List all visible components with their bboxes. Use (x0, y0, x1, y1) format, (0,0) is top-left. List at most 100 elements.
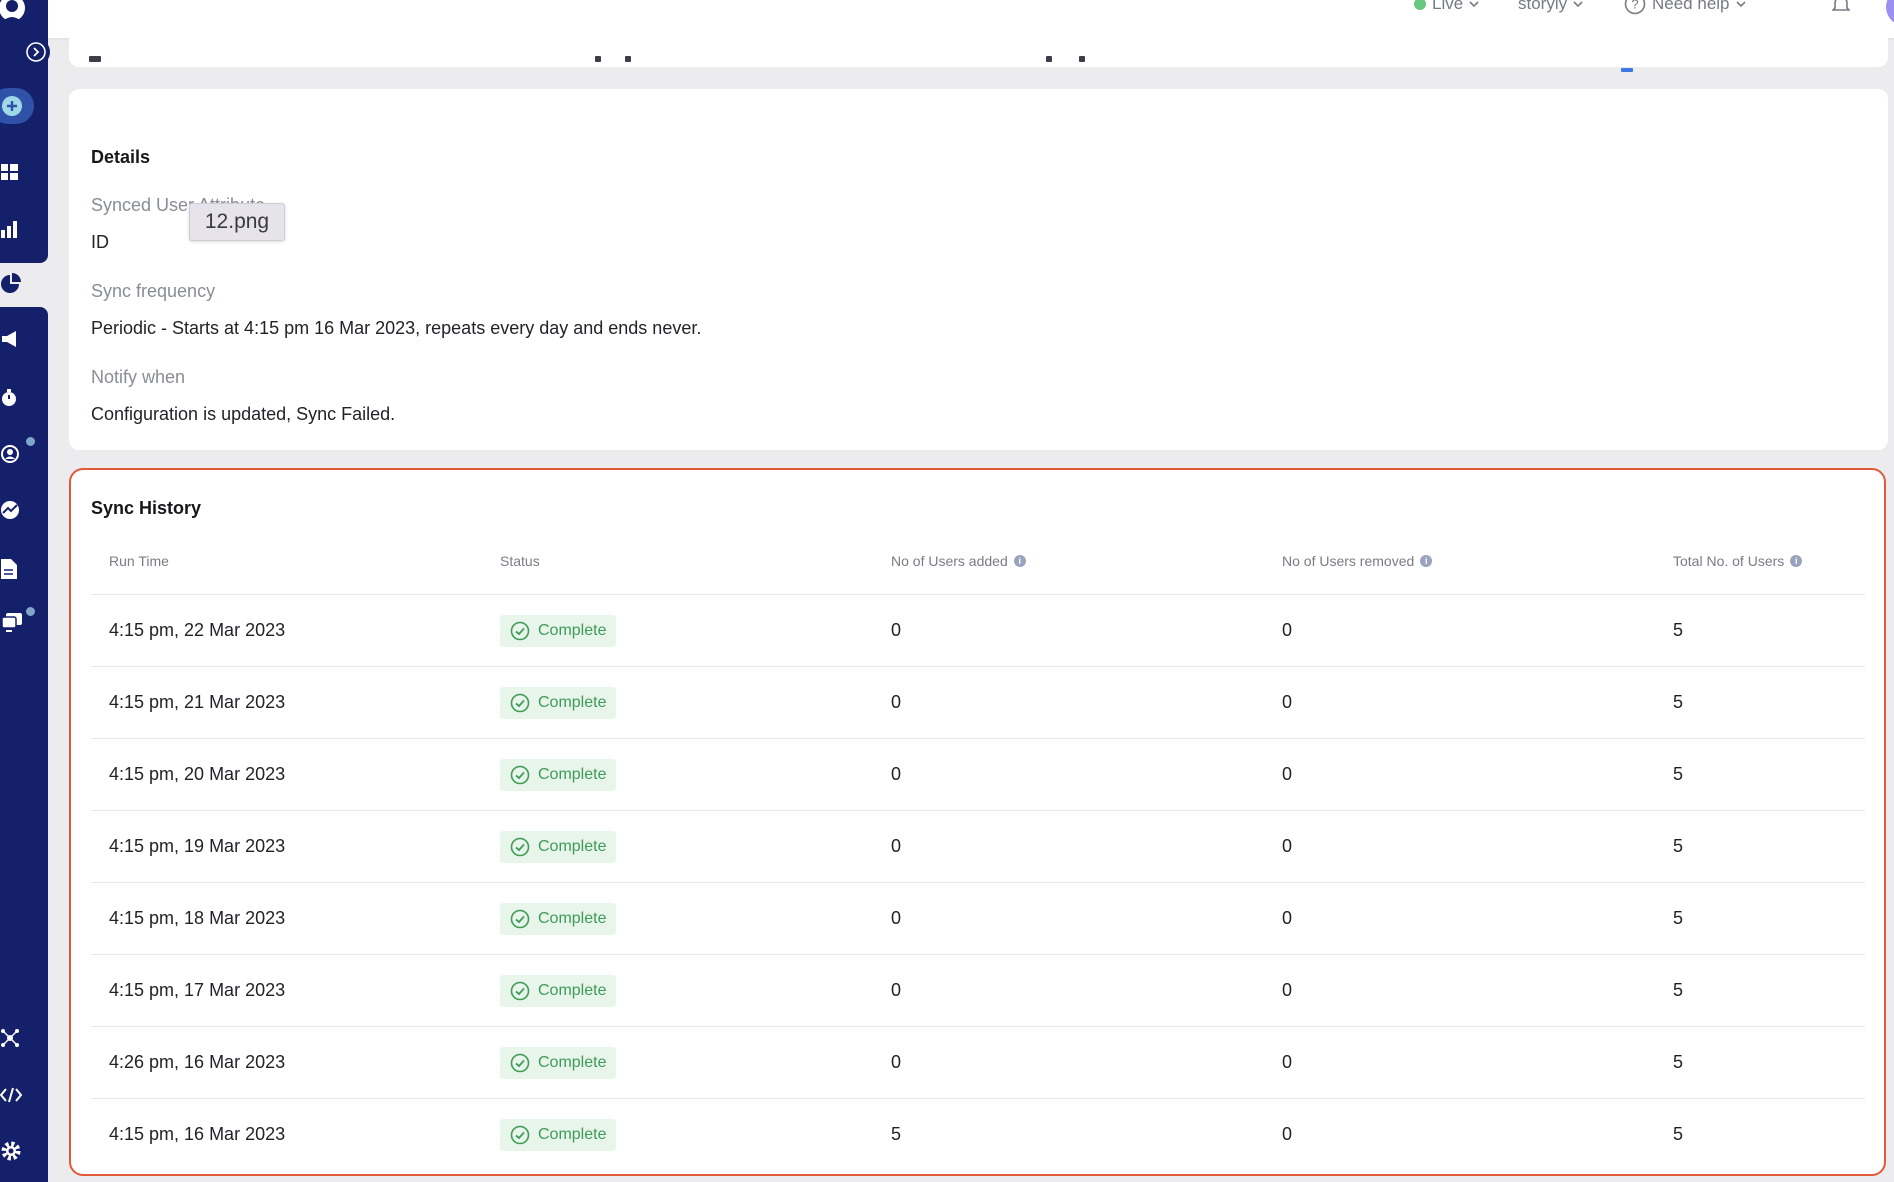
users-added-cell: 0 (891, 1052, 902, 1072)
user-target-icon[interactable] (0, 443, 20, 465)
table-row: 4:26 pm, 16 Mar 2023 Complete 0 0 5 (91, 1027, 1865, 1099)
help-icon: ? (1624, 0, 1646, 15)
document-icon[interactable] (0, 558, 18, 580)
stopwatch-icon[interactable] (0, 387, 18, 409)
megaphone-icon[interactable] (0, 328, 20, 350)
bar-chart-icon[interactable] (0, 218, 20, 240)
info-icon[interactable]: i (1790, 555, 1803, 567)
status-cell: Complete (500, 955, 617, 1026)
clipped-text (1079, 56, 1085, 62)
sidebar-block-bottom (0, 307, 48, 1182)
users-added-cell: 0 (891, 908, 902, 928)
svg-text:?: ? (1631, 0, 1638, 12)
monitor-icon[interactable] (0, 611, 24, 633)
status-cell: Complete (500, 1027, 617, 1098)
table-row: 4:15 pm, 17 Mar 2023 Complete 0 0 5 (91, 955, 1865, 1027)
expand-sidebar-button[interactable] (22, 38, 50, 66)
table-row: 4:15 pm, 19 Mar 2023 Complete 0 0 5 (91, 811, 1865, 883)
help-menu[interactable]: ? Need help (1624, 0, 1746, 15)
users-added-cell: 0 (891, 764, 902, 784)
integrations-icon[interactable] (0, 1027, 20, 1049)
check-circle-icon (510, 1125, 530, 1144)
check-circle-icon (510, 1053, 530, 1072)
trend-icon[interactable] (0, 499, 20, 521)
workspace-label: storyly (1518, 0, 1568, 13)
user-avatar-icon[interactable] (0, 0, 28, 32)
column-header-users-removed: No of Users removed i (1282, 544, 1433, 578)
live-status-icon (1414, 0, 1426, 10)
users-removed-cell: 0 (1282, 620, 1293, 640)
sidebar (0, 0, 50, 1182)
status-cell: Complete (500, 595, 617, 666)
users-added-cell: 0 (891, 692, 902, 712)
notify-when-label: Notify when (91, 367, 186, 387)
users-added-cell: 0 (891, 836, 902, 856)
users-added-cell: 0 (891, 980, 902, 1000)
environment-selector[interactable]: Live (1414, 0, 1479, 13)
settings-icon[interactable] (0, 1140, 22, 1162)
check-circle-icon (510, 837, 530, 856)
users-removed-cell: 0 (1282, 836, 1293, 856)
notification-dot (26, 437, 35, 446)
sync-frequency-label: Sync frequency (91, 281, 216, 301)
dashboard-icon[interactable] (0, 161, 20, 183)
users-removed-cell: 0 (1282, 1052, 1293, 1072)
status-cell: Complete (500, 739, 617, 810)
table-row: 4:15 pm, 18 Mar 2023 Complete 0 0 5 (91, 883, 1865, 955)
info-icon[interactable]: i (1013, 555, 1026, 567)
info-icon[interactable]: i (1420, 555, 1433, 567)
users-added-cell: 0 (891, 620, 902, 640)
total-users-cell: 5 (1673, 836, 1684, 856)
expand-icon (26, 42, 46, 62)
run-time-cell: 4:15 pm, 18 Mar 2023 (109, 908, 286, 928)
pie-chart-icon[interactable] (0, 273, 22, 295)
users-removed-cell: 0 (1282, 692, 1293, 712)
notifications-button[interactable] (1832, 0, 1850, 12)
status-cell: Complete (500, 883, 617, 954)
notification-dot (26, 607, 35, 616)
total-users-cell: 5 (1673, 620, 1684, 640)
users-removed-cell: 0 (1282, 908, 1293, 928)
bell-icon (1832, 0, 1850, 11)
clipped-text (625, 56, 631, 62)
clipped-text (89, 56, 101, 62)
status-badge: Complete (500, 614, 617, 647)
status-badge: Complete (500, 830, 617, 863)
run-time-cell: 4:15 pm, 19 Mar 2023 (109, 836, 286, 856)
total-users-cell: 5 (1673, 908, 1684, 928)
table-row: 4:15 pm, 21 Mar 2023 Complete 0 0 5 (91, 667, 1865, 739)
total-users-cell: 5 (1673, 1124, 1684, 1144)
run-time-cell: 4:15 pm, 16 Mar 2023 (109, 1124, 286, 1144)
check-circle-icon (510, 909, 530, 928)
check-circle-icon (510, 765, 530, 784)
environment-label: Live (1432, 0, 1464, 13)
status-badge: Complete (500, 1046, 617, 1079)
column-header-status: Status (500, 553, 540, 569)
total-users-cell: 5 (1673, 692, 1684, 712)
users-removed-cell: 0 (1282, 764, 1293, 784)
clipped-text (595, 56, 601, 62)
sync-frequency-value: Periodic - Starts at 4:15 pm 16 Mar 2023… (91, 318, 702, 338)
sync-history-title: Sync History (91, 498, 202, 518)
run-time-cell: 4:26 pm, 16 Mar 2023 (109, 1052, 286, 1072)
status-cell: Complete (500, 667, 617, 738)
column-header-total-users: Total No. of Users i (1673, 544, 1803, 578)
details-title: Details (91, 147, 151, 167)
code-icon[interactable] (0, 1084, 22, 1106)
notify-when-value: Configuration is updated, Sync Failed. (91, 404, 396, 424)
chevron-down-icon (1573, 1, 1583, 8)
user-avatar[interactable]: A (1886, 0, 1894, 26)
total-users-cell: 5 (1673, 1052, 1684, 1072)
status-badge: Complete (500, 1118, 617, 1151)
table-row: 4:15 pm, 20 Mar 2023 Complete 0 0 5 (91, 739, 1865, 811)
column-header-users-added: No of Users added i (891, 544, 1026, 578)
status-badge: Complete (500, 974, 617, 1007)
clipped-link[interactable] (1621, 68, 1633, 72)
table-row: 4:15 pm, 16 Mar 2023 Complete 5 0 5 (91, 1099, 1865, 1170)
status-cell: Complete (500, 811, 617, 882)
run-time-cell: 4:15 pm, 17 Mar 2023 (109, 980, 286, 1000)
users-removed-cell: 0 (1282, 980, 1293, 1000)
run-time-cell: 4:15 pm, 20 Mar 2023 (109, 764, 286, 784)
workspace-selector[interactable]: storyly (1518, 0, 1583, 13)
run-time-cell: 4:15 pm, 21 Mar 2023 (109, 692, 286, 712)
